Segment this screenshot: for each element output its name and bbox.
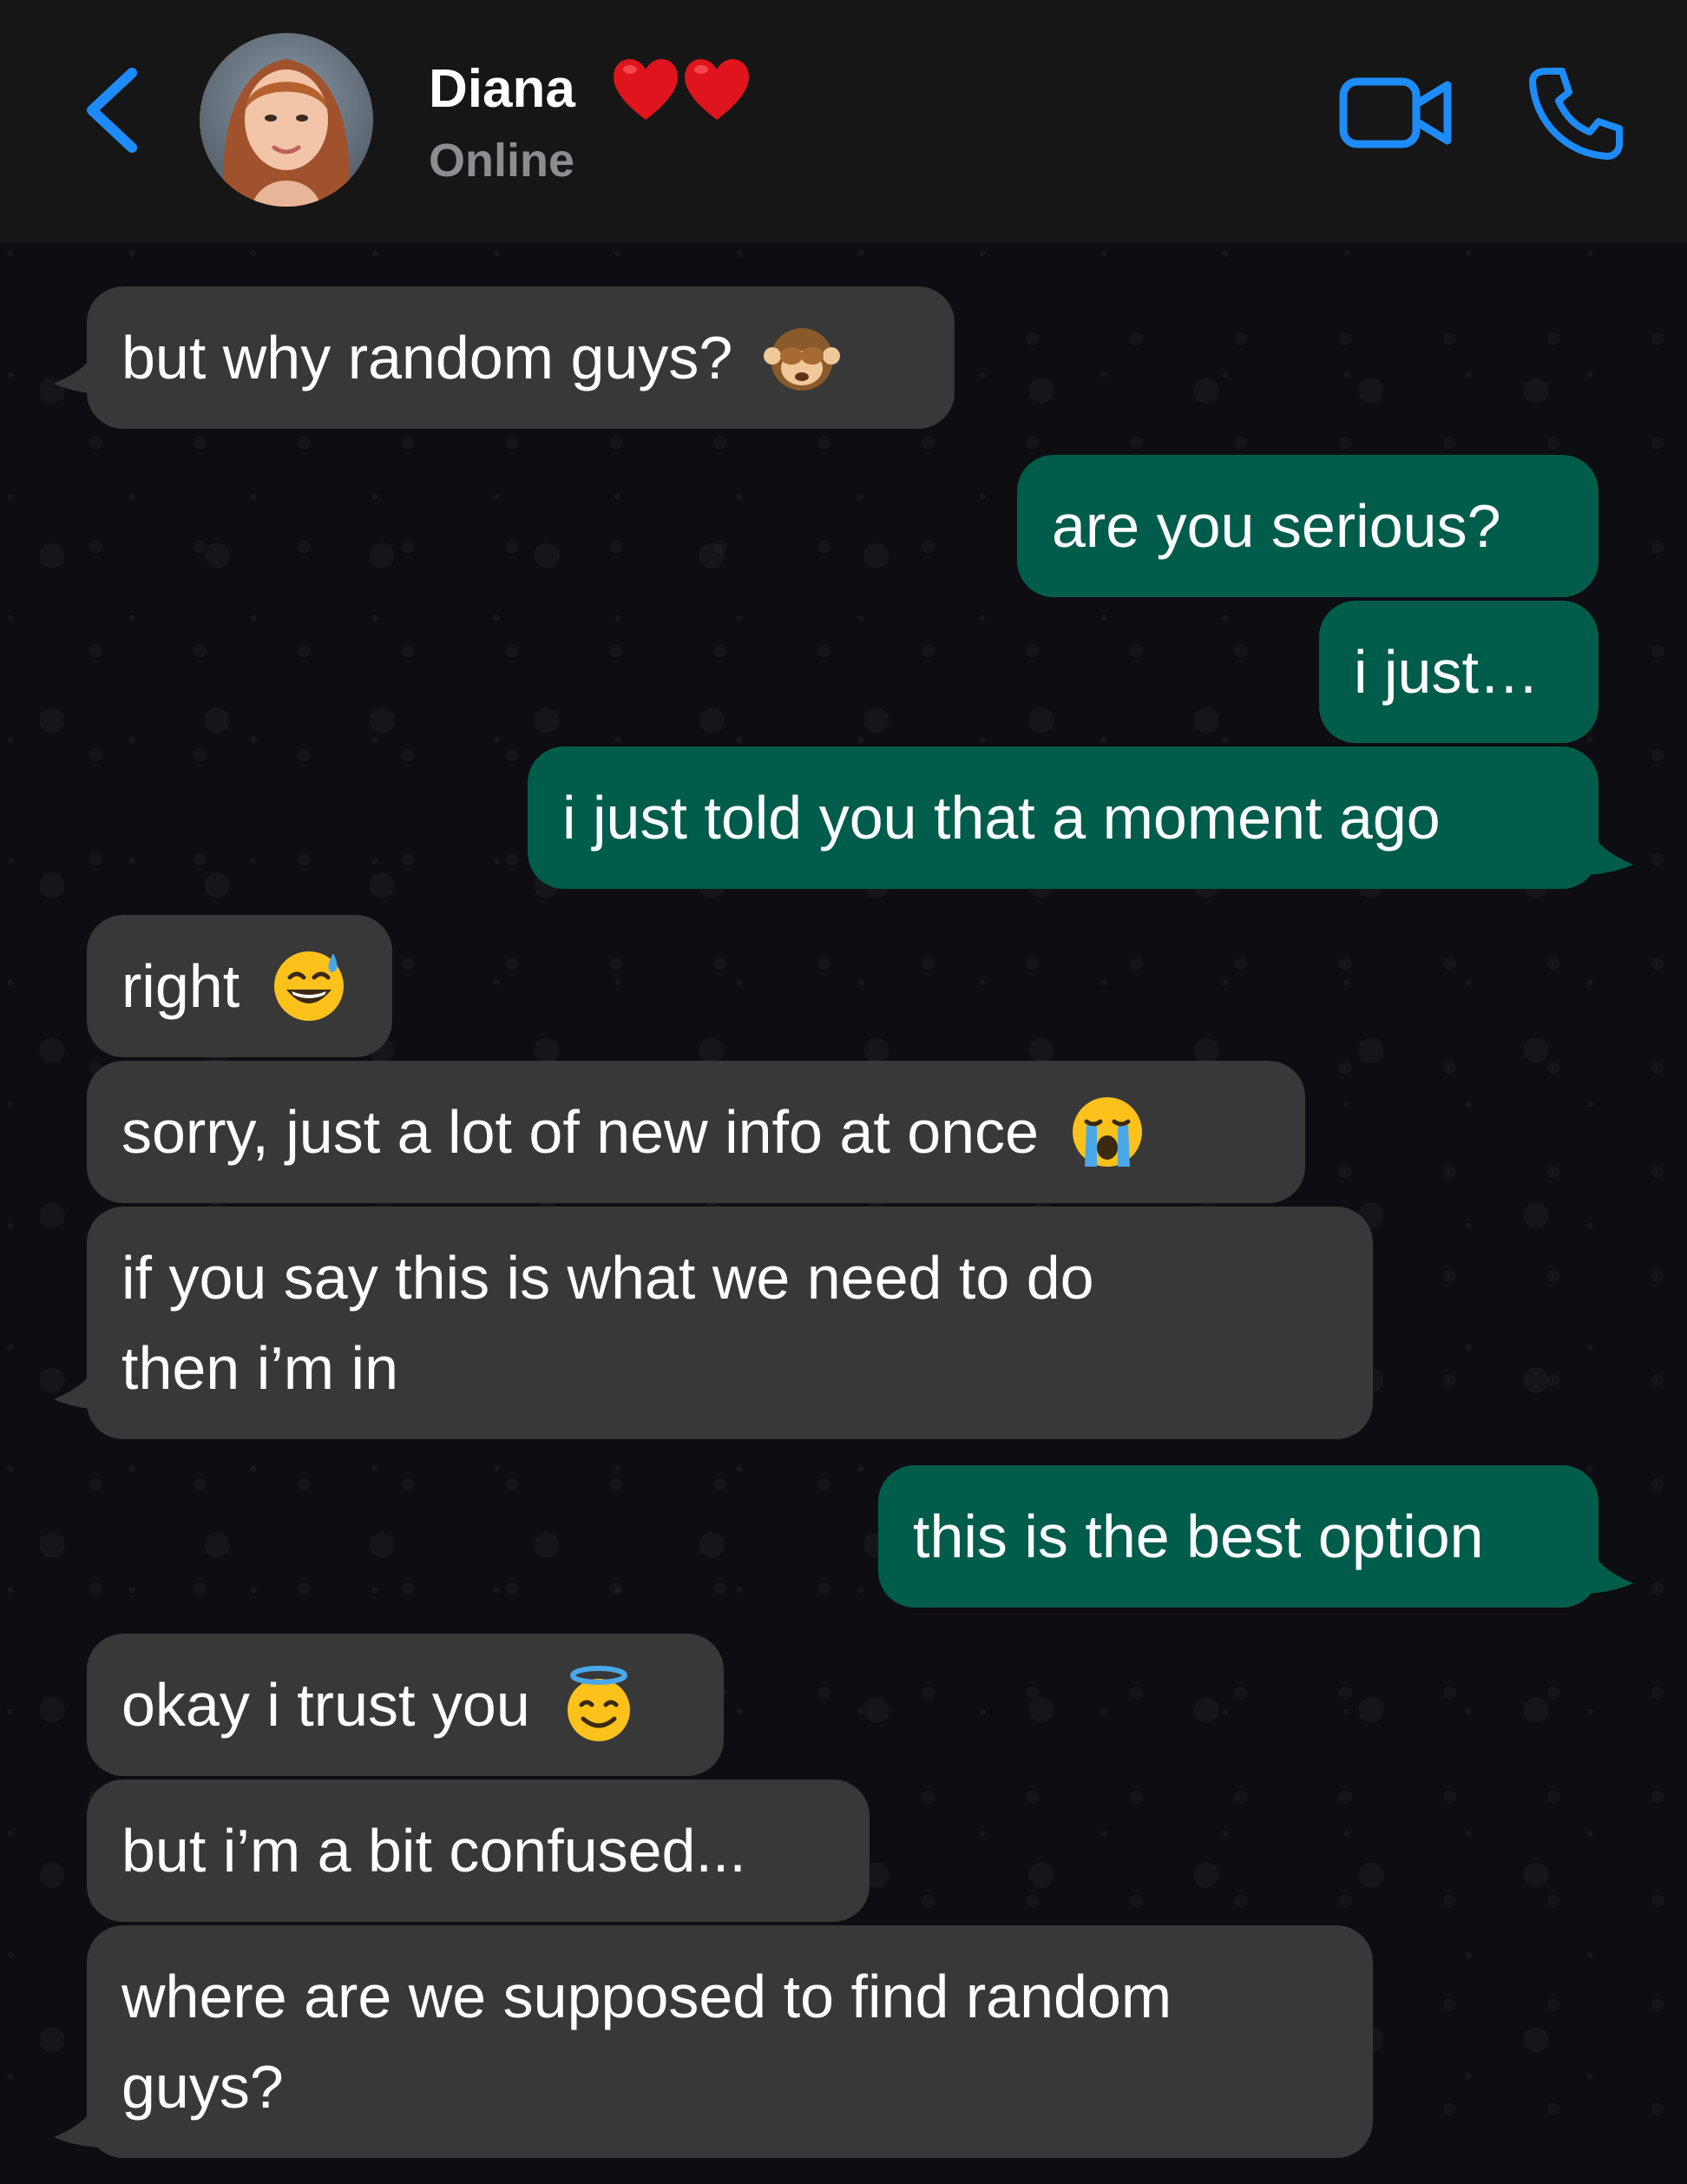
message-text: sorry, just a lot of new info at once	[121, 1098, 1040, 1166]
message-incoming[interactable]: but i’m a bit confused...	[87, 1779, 870, 1922]
phone-icon	[1529, 68, 1623, 160]
message-incoming[interactable]: right	[87, 915, 392, 1057]
contact-avatar[interactable]	[200, 33, 373, 207]
message-text-line: if you say this is what we need to do	[121, 1244, 1094, 1312]
message-incoming[interactable]: okay i trust you	[87, 1634, 724, 1776]
chat-screen: Diana Online but why random guys? are yo…	[0, 0, 1687, 2184]
grinning-face-with-sweat-emoji	[269, 946, 349, 1026]
message-incoming[interactable]: where are we supposed to find random guy…	[87, 1925, 1373, 2158]
chevron-left-icon	[87, 68, 137, 153]
message-list: but why random guys? are you serious? i …	[0, 243, 1687, 2184]
voice-call-button[interactable]	[1527, 64, 1625, 161]
loudly-crying-face-emoji	[1067, 1092, 1147, 1172]
bubble-tail	[1581, 837, 1633, 875]
message-outgoing[interactable]: are you serious?	[1017, 455, 1598, 597]
message-text-line: where are we supposed to find random	[121, 1963, 1172, 2030]
chat-header: Diana Online	[0, 0, 1687, 243]
message-incoming[interactable]: if you say this is what we need to do th…	[87, 1207, 1373, 1439]
message-text: okay i trust you	[121, 1671, 530, 1739]
smiling-face-with-halo-emoji	[559, 1665, 639, 1745]
message-text: i just told you that a moment ago	[562, 784, 1441, 852]
message-outgoing[interactable]: i just…	[1319, 601, 1598, 743]
bubble-tail	[1581, 1556, 1633, 1594]
message-text: but i’m a bit confused...	[121, 1817, 746, 1885]
message-text: i just…	[1354, 638, 1539, 706]
message-text: this is the best option	[913, 1503, 1484, 1570]
video-call-button[interactable]	[1336, 69, 1458, 156]
message-text-line: then i’m in	[121, 1334, 399, 1402]
message-outgoing[interactable]: i just told you that a moment ago	[528, 747, 1598, 889]
avatar-image	[200, 33, 373, 207]
message-text: right	[121, 952, 240, 1020]
message-incoming[interactable]: sorry, just a lot of new info at once	[87, 1061, 1305, 1203]
contact-status: Online	[429, 135, 575, 187]
message-text: but why random guys?	[121, 324, 733, 391]
message-incoming[interactable]: but why random guys?	[87, 286, 955, 429]
video-camera-icon	[1339, 77, 1452, 148]
message-text: are you serious?	[1052, 492, 1501, 560]
message-text-line: guys?	[121, 2053, 284, 2121]
contact-name[interactable]: Diana	[429, 50, 575, 128]
back-button[interactable]	[80, 62, 149, 158]
see-no-evil-monkey-emoji	[762, 318, 842, 398]
message-outgoing[interactable]: this is the best option	[878, 1465, 1598, 1608]
hearts-emoji	[609, 49, 757, 127]
